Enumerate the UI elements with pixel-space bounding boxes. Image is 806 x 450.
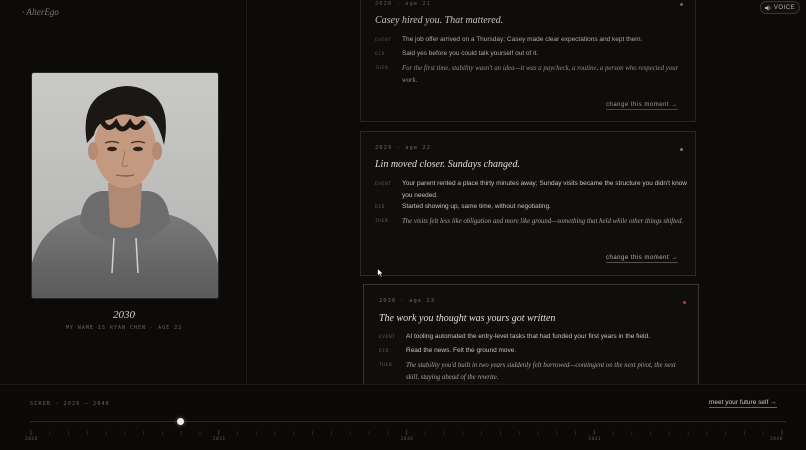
row-text-did: Said yes before you could talk yourself … [402, 50, 539, 57]
profile-caption: MY NAME IS RYAN CHEN · AGE 22 [65, 325, 183, 331]
row-text-did: Started showing up, same time, without n… [402, 203, 551, 210]
timeline-card: 2029 · age 22 Lin moved closer. Sundays … [360, 131, 696, 276]
scrub-bar: SCRUB · 2026 – 2046 meet your future sel… [0, 384, 806, 450]
scrub-tick-label: 2026 [25, 437, 38, 442]
card-meta: 2029 · age 22 [375, 145, 432, 151]
mouse-pointer-icon [377, 268, 384, 278]
card-title: The work you thought was yours got writt… [379, 313, 556, 324]
card-title: Lin moved closer. Sundays changed. [375, 159, 520, 170]
row-key-then: THEN [375, 66, 389, 71]
row-text-event: AI tooling automated the entry-level tas… [406, 333, 650, 340]
app-brand[interactable]: · AlterEgo [22, 7, 59, 17]
row-text-then: The visits felt less like obligation and… [402, 218, 684, 225]
row-key-then: THEN [375, 219, 389, 224]
portrait-photo [31, 72, 219, 299]
row-key-did: DID [375, 52, 385, 57]
scrub-tick-label: 2036 [400, 437, 414, 442]
row-text-did: Read the news. Felt the ground move. [406, 347, 517, 354]
card-status-dot [680, 3, 683, 6]
scrub-tick-label: 2041 [588, 437, 602, 442]
card-meta: 2030 · age 23 [379, 298, 436, 304]
timeline-card-active: 2030 · age 23 The work you thought was y… [363, 284, 699, 394]
row-text-then: The stability you'd built in two years s… [406, 362, 676, 381]
change-moment-link[interactable]: change this moment → [606, 255, 678, 263]
row-key-did: DID [375, 205, 385, 210]
row-key-did: DID [379, 349, 389, 354]
scrub-tick-label: 2046 [770, 437, 783, 442]
card-status-dot-alert [683, 301, 686, 304]
row-key-event: EVENT [375, 38, 392, 43]
voice-label: VOICE [773, 4, 796, 11]
row-key-event: EVENT [379, 335, 396, 340]
card-title: Casey hired you. That mattered. [375, 15, 504, 26]
row-text-then: For the first time, stability wasn't an … [402, 65, 679, 84]
card-meta: 2028 · age 21 [375, 1, 432, 7]
column-divider [246, 0, 247, 384]
voice-button[interactable]: VOICE [760, 1, 800, 14]
row-text-event: Your parent rented a place thirty minute… [402, 180, 687, 199]
row-key-event: EVENT [375, 182, 392, 187]
row-key-then: THEN [379, 363, 393, 368]
card-status-dot [680, 148, 683, 151]
timeline-card: 2028 · age 21 Casey hired you. That matt… [360, 0, 696, 122]
row-text-event: The job offer arrived on a Thursday; Cas… [402, 36, 643, 43]
profile-year: 2030 [113, 309, 135, 321]
change-moment-link[interactable]: change this moment → [606, 102, 678, 110]
scrub-tick-label: 2031 [212, 437, 226, 442]
speaker-icon [764, 5, 771, 10]
